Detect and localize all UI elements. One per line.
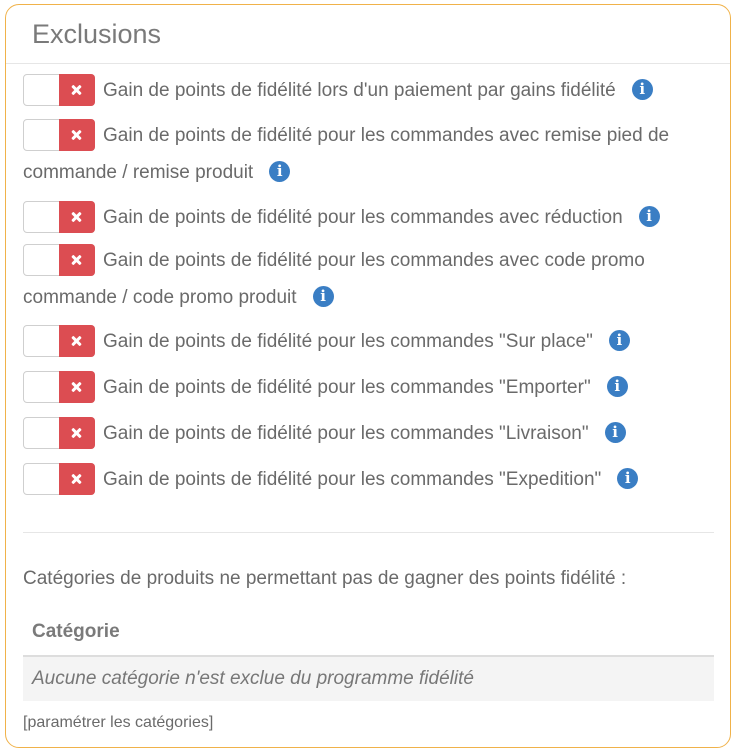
- exclusion-toggle[interactable]: [23, 371, 95, 403]
- exclusions-panel: Exclusions Gain de points de fidélité lo…: [5, 4, 731, 748]
- info-icon[interactable]: i: [606, 376, 628, 397]
- exclusion-label: Gain de points de fidélité pour les comm…: [23, 250, 645, 308]
- exclusion-toggle[interactable]: [23, 201, 95, 233]
- info-icon[interactable]: i: [617, 468, 639, 489]
- exclusion-row-livraison: Gain de points de fidélité pour les comm…: [23, 415, 703, 452]
- categories-empty-row: Aucune catégorie n'est exclue du program…: [23, 657, 714, 701]
- close-x-icon: [59, 244, 95, 276]
- exclusion-row-expedition: Gain de points de fidélité pour les comm…: [23, 461, 703, 498]
- info-icon[interactable]: i: [608, 330, 630, 351]
- exclusion-row-discount: Gain de points de fidélité pour les comm…: [23, 117, 703, 191]
- exclusion-toggle[interactable]: [23, 417, 95, 449]
- close-x-icon: [59, 119, 95, 151]
- exclusion-toggle[interactable]: [23, 325, 95, 357]
- categories-table: Catégorie Aucune catégorie n'est exclue …: [23, 611, 714, 701]
- exclusion-row-promo-code: Gain de points de fidélité pour les comm…: [23, 242, 703, 316]
- exclusion-row-fidelity-payment: Gain de points de fidélité lors d'un pai…: [23, 72, 703, 109]
- exclusion-row-emporter: Gain de points de fidélité pour les comm…: [23, 369, 703, 406]
- info-icon[interactable]: i: [269, 161, 291, 182]
- exclusion-toggle[interactable]: [23, 74, 95, 106]
- exclusion-row-reduction: Gain de points de fidélité pour les comm…: [23, 199, 703, 236]
- exclusion-toggle[interactable]: [23, 119, 95, 151]
- exclusion-label: Gain de points de fidélité pour les comm…: [103, 469, 602, 490]
- info-icon[interactable]: i: [604, 422, 626, 443]
- close-x-icon: [59, 417, 95, 449]
- title-divider: [6, 63, 730, 64]
- close-x-icon: [59, 371, 95, 403]
- exclusion-toggle[interactable]: [23, 463, 95, 495]
- exclusion-label: Gain de points de fidélité pour les comm…: [103, 207, 623, 228]
- info-icon[interactable]: i: [638, 206, 660, 227]
- close-x-icon: [59, 74, 95, 106]
- section-divider: [23, 532, 714, 533]
- exclusion-label: Gain de points de fidélité pour les comm…: [103, 377, 591, 398]
- panel-title: Exclusions: [32, 19, 162, 49]
- exclusion-label: Gain de points de fidélité pour les comm…: [23, 125, 670, 183]
- close-x-icon: [59, 463, 95, 495]
- categories-caption: Catégories de produits ne permettant pas…: [23, 568, 627, 589]
- close-x-icon: [59, 201, 95, 233]
- exclusion-label: Gain de points de fidélité pour les comm…: [103, 331, 593, 352]
- info-icon[interactable]: i: [312, 286, 334, 307]
- info-icon[interactable]: i: [631, 79, 653, 100]
- configure-categories-link[interactable]: [paramétrer les catégories]: [23, 714, 213, 732]
- exclusion-row-sur-place: Gain de points de fidélité pour les comm…: [23, 323, 703, 360]
- exclusion-label: Gain de points de fidélité lors d'un pai…: [103, 80, 616, 101]
- close-x-icon: [59, 325, 95, 357]
- exclusion-label: Gain de points de fidélité pour les comm…: [103, 423, 589, 444]
- exclusion-toggle[interactable]: [23, 244, 95, 276]
- categories-column-header: Catégorie: [23, 611, 714, 657]
